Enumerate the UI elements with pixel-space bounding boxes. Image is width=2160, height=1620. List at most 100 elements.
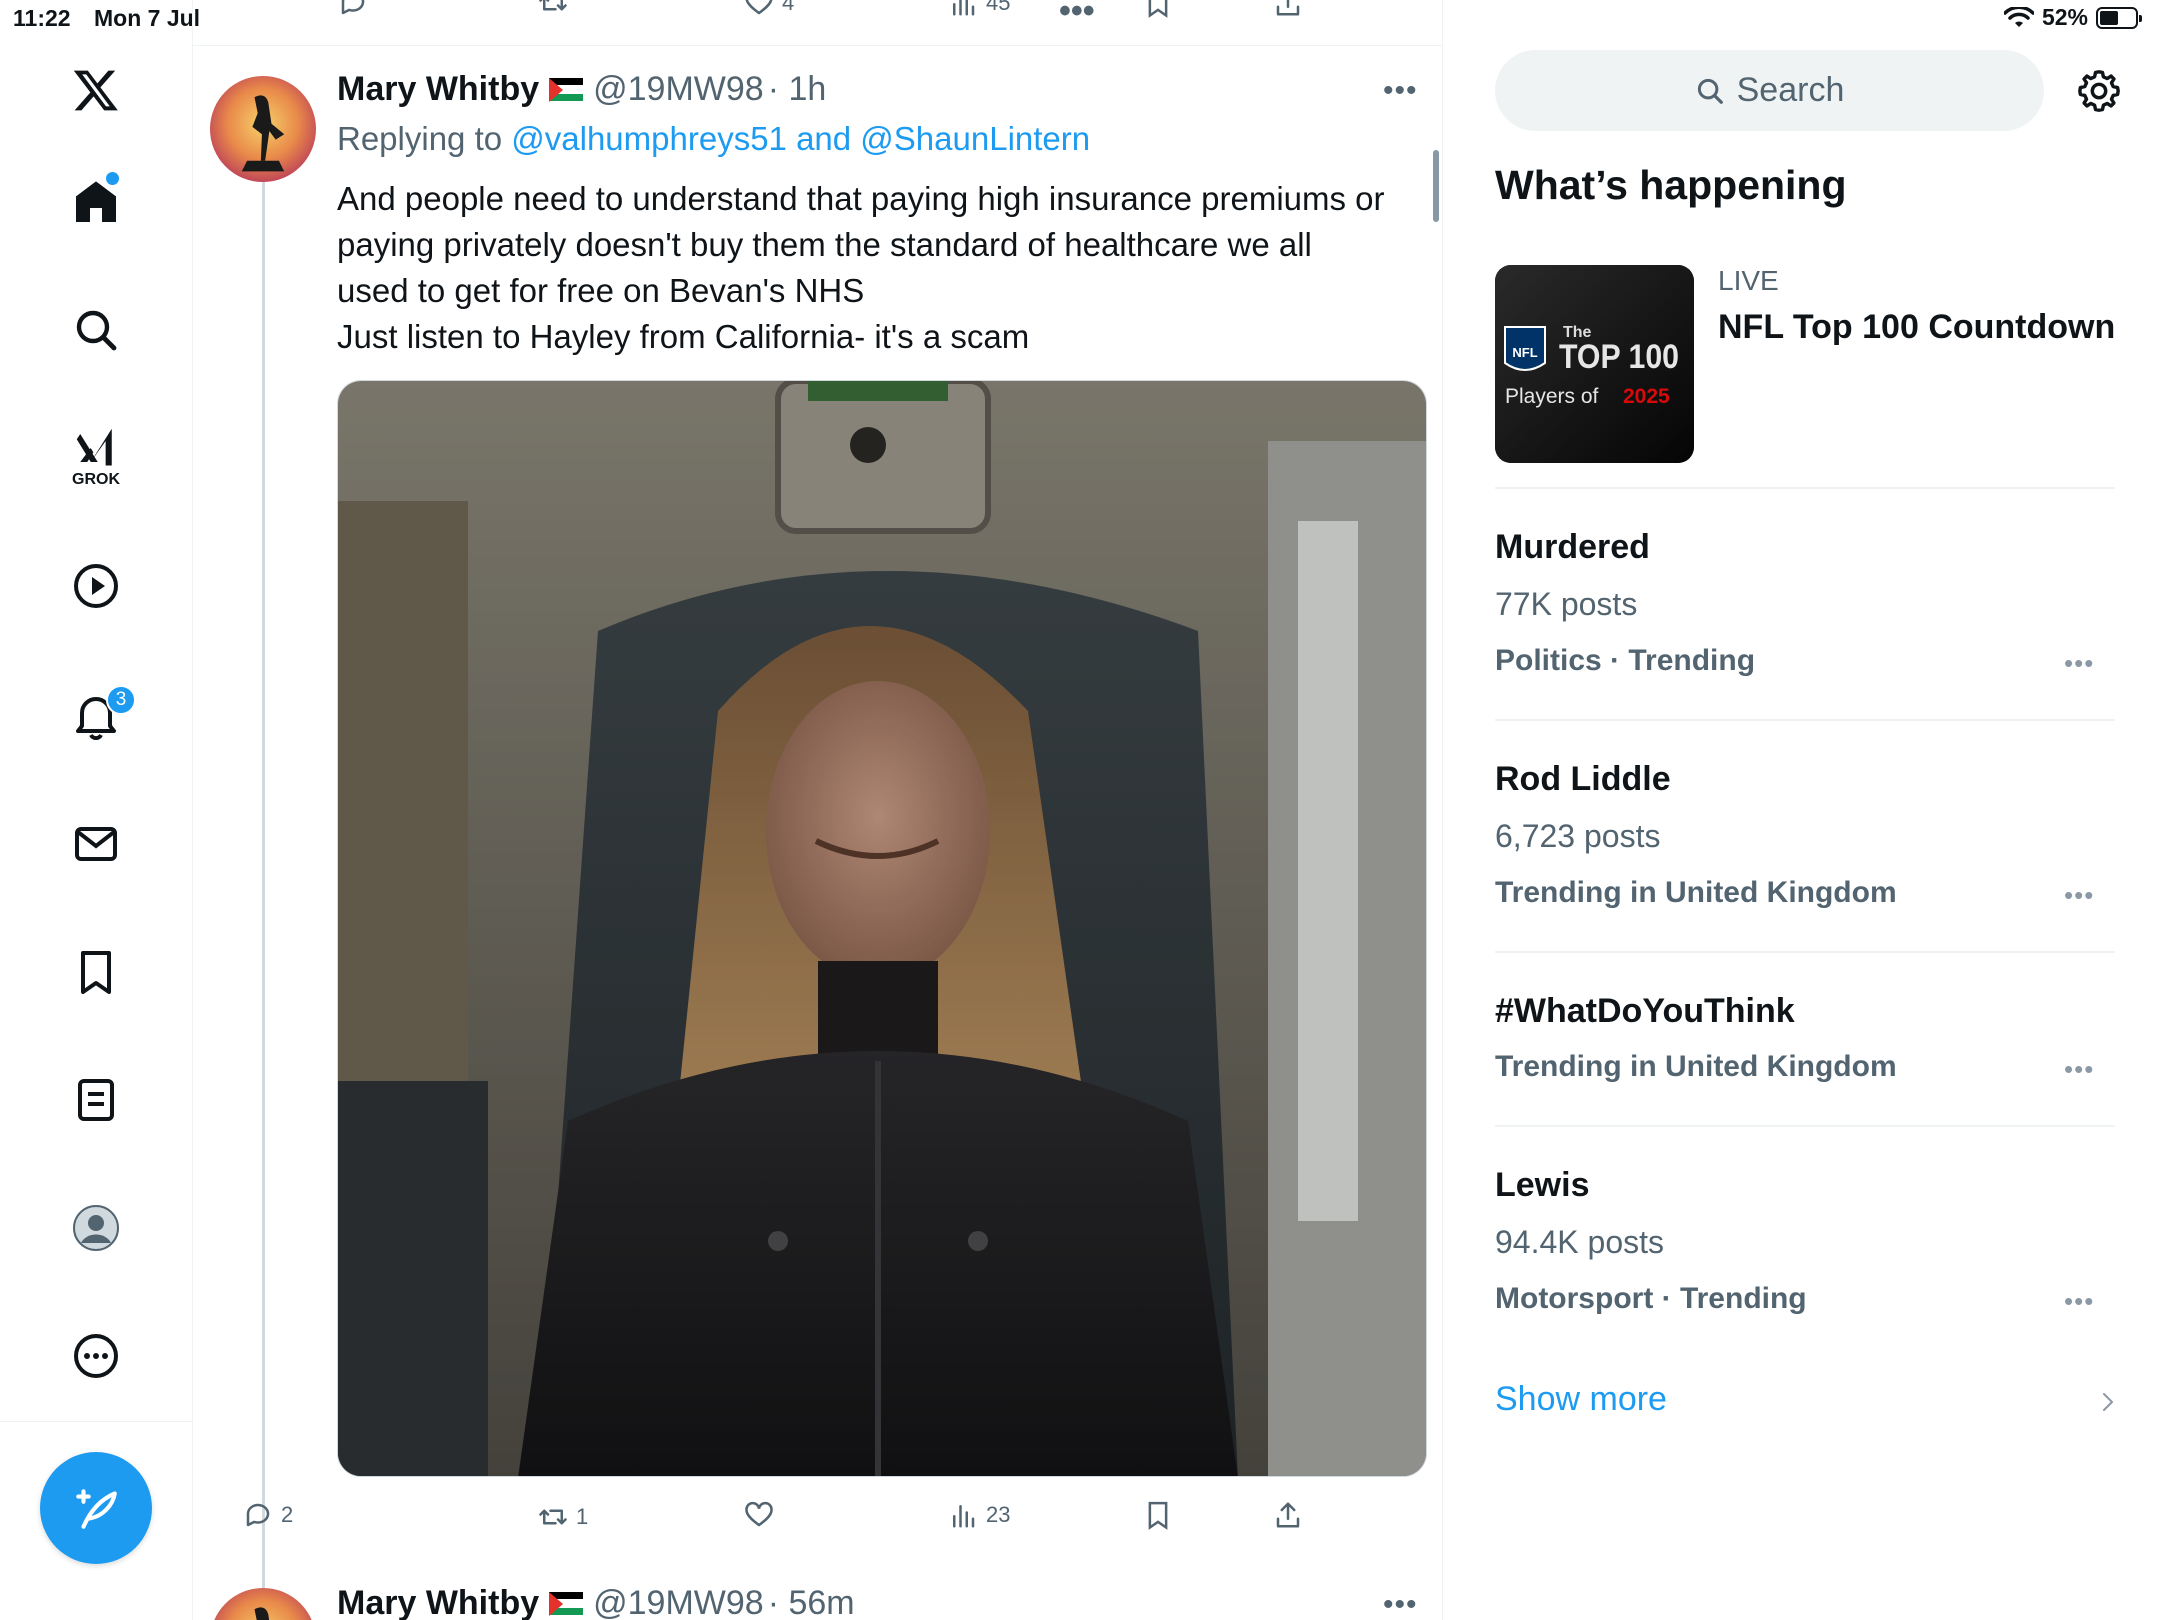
- nfl-players-of-text: Players of: [1505, 385, 1599, 408]
- tweet-text-line: used to get for free on Bevan's NHS: [337, 272, 865, 309]
- reply-icon: [341, 0, 365, 15]
- trend-category: Trending in United Kingdom: [1495, 1050, 1897, 1083]
- tweet-media-image[interactable]: [337, 380, 1427, 1477]
- replying-to-users[interactable]: @valhumphreys51 and @ShaunLintern: [511, 120, 1090, 157]
- chevron-right-icon[interactable]: [2098, 1392, 2118, 1412]
- home-icon[interactable]: [56, 162, 136, 242]
- trend-category: Trending in United Kingdom: [1495, 876, 1897, 909]
- bookmark-icon: [1148, 0, 1168, 18]
- tweet-author-avatar[interactable]: [210, 76, 316, 182]
- author-handle[interactable]: @19MW98: [593, 70, 764, 109]
- right-sidebar: Search What’s happening NFL The TOP 100 …: [1444, 0, 2160, 1620]
- author-name[interactable]: Mary Whitby: [337, 70, 539, 109]
- settings-gear-icon[interactable]: [2076, 68, 2122, 114]
- palestine-flag-icon: [549, 1591, 584, 1616]
- trend-title[interactable]: Murdered: [1495, 528, 1650, 567]
- reply-button[interactable]: 2: [243, 1500, 293, 1530]
- prev-share-button[interactable]: [1273, 0, 1303, 18]
- prev-more-dots-icon[interactable]: •••: [1059, 0, 1095, 31]
- share-icon: [1276, 1502, 1300, 1528]
- notifications-badge: 3: [106, 685, 136, 715]
- divider: [1495, 719, 2115, 721]
- prev-reply-button[interactable]: [338, 0, 368, 18]
- bookmark-icon: [1148, 1501, 1168, 1530]
- views-icon: [953, 1505, 975, 1528]
- search-placeholder: Search: [1736, 71, 1845, 109]
- replying-prefix: Replying to: [337, 120, 512, 157]
- live-event-title[interactable]: NFL Top 100 Countdown: [1718, 308, 2115, 347]
- whats-happening-title: What’s happening: [1495, 162, 1847, 208]
- messages-icon[interactable]: [56, 804, 136, 884]
- tweet-text: And people need to understand that payin…: [337, 176, 1437, 360]
- tweet-time: · 1h: [767, 70, 827, 108]
- next-tweet-header: Mary Whitby @19MW98 · 56m: [337, 1584, 855, 1620]
- trend-title[interactable]: Lewis: [1495, 1166, 1589, 1205]
- show-more-link[interactable]: Show more: [1495, 1380, 1667, 1419]
- thread-line: [262, 118, 265, 1620]
- compose-feather-icon: [76, 1489, 117, 1529]
- next-author-handle[interactable]: @19MW98: [593, 1584, 764, 1620]
- profile-avatar-icon[interactable]: [56, 1188, 136, 1268]
- x-logo-icon[interactable]: [56, 50, 136, 130]
- scrollbar-thumb[interactable]: [1433, 150, 1439, 222]
- grok-icon[interactable]: GROK: [56, 418, 136, 498]
- trend-category: Politics · Trending: [1495, 644, 1756, 677]
- nfl-thumbnail[interactable]: NFL The TOP 100 Players of 2025: [1495, 265, 1694, 463]
- palestine-flag-icon: [549, 77, 584, 102]
- compose-post-button[interactable]: [40, 1452, 152, 1564]
- trend-more-icon[interactable]: •••: [2064, 1286, 2094, 1317]
- share-button[interactable]: [1273, 1500, 1303, 1530]
- like-button[interactable]: [744, 1500, 774, 1530]
- grok-label: GROK: [72, 471, 120, 488]
- replying-to: Replying to @valhumphreys51 and @ShaunLi…: [337, 120, 1090, 158]
- share-icon: [1276, 0, 1300, 16]
- retweet-count: 1: [576, 1504, 589, 1529]
- retweet-icon: [539, 1509, 567, 1525]
- trend-more-icon[interactable]: •••: [2064, 1054, 2094, 1085]
- home-unread-dot: [106, 172, 119, 185]
- previous-tweet-actions: 4 45 •••: [193, 0, 1442, 46]
- nav-divider: [0, 1421, 193, 1422]
- video-icon[interactable]: [56, 546, 136, 626]
- retweet-icon: [539, 0, 567, 11]
- lists-icon[interactable]: [56, 1060, 136, 1140]
- views-count: 23: [986, 1502, 1011, 1527]
- prev-like-count: 4: [782, 0, 795, 15]
- prev-bookmark-button[interactable]: [1143, 0, 1173, 18]
- trend-title[interactable]: Rod Liddle: [1495, 760, 1671, 799]
- search-icon[interactable]: [56, 290, 136, 370]
- divider: [1495, 951, 2115, 953]
- trend-title[interactable]: #WhatDoYouThink: [1495, 992, 1795, 1031]
- prev-retweet-button[interactable]: [538, 0, 568, 18]
- search-input[interactable]: Search: [1495, 50, 2044, 131]
- retweet-button[interactable]: 1: [538, 1502, 588, 1532]
- nfl-shield-text: NFL: [1512, 345, 1537, 360]
- next-tweet-more-icon[interactable]: •••: [1383, 1588, 1418, 1620]
- bookmark-button[interactable]: [1143, 1500, 1173, 1530]
- trend-more-icon[interactable]: •••: [2064, 648, 2094, 679]
- trend-category: Motorsport · Trending: [1495, 1282, 1807, 1315]
- tweet-text-line: And people need to understand that payin…: [337, 180, 1385, 217]
- prev-like-button[interactable]: 4: [744, 0, 794, 18]
- search-icon: [1697, 78, 1723, 104]
- tweet-text-line: paying privately doesn't buy them the st…: [337, 226, 1312, 263]
- prev-views-button[interactable]: 45: [948, 0, 1010, 18]
- divider: [1495, 1125, 2115, 1127]
- prev-views-count: 45: [986, 0, 1011, 15]
- reply-count: 2: [281, 1502, 294, 1527]
- heart-icon: [745, 1501, 773, 1527]
- live-label: LIVE: [1718, 265, 1779, 296]
- tweet-text-line: Just listen to Hayley from California- i…: [337, 318, 1030, 355]
- next-author-name[interactable]: Mary Whitby: [337, 1584, 539, 1620]
- bookmarks-icon[interactable]: [56, 932, 136, 1012]
- more-options-icon[interactable]: [56, 1316, 136, 1396]
- next-tweet-avatar[interactable]: [210, 1588, 316, 1620]
- views-icon: [953, 0, 975, 16]
- views-button[interactable]: 23: [948, 1500, 1010, 1530]
- nfl-top100-text: TOP 100: [1559, 338, 1679, 376]
- tweet-more-icon[interactable]: •••: [1383, 74, 1418, 108]
- next-tweet-time: · 56m: [767, 1584, 855, 1620]
- trend-more-icon[interactable]: •••: [2064, 880, 2094, 911]
- trend-posts: 94.4K posts: [1495, 1224, 1664, 1260]
- nfl-year-text: 2025: [1623, 385, 1670, 408]
